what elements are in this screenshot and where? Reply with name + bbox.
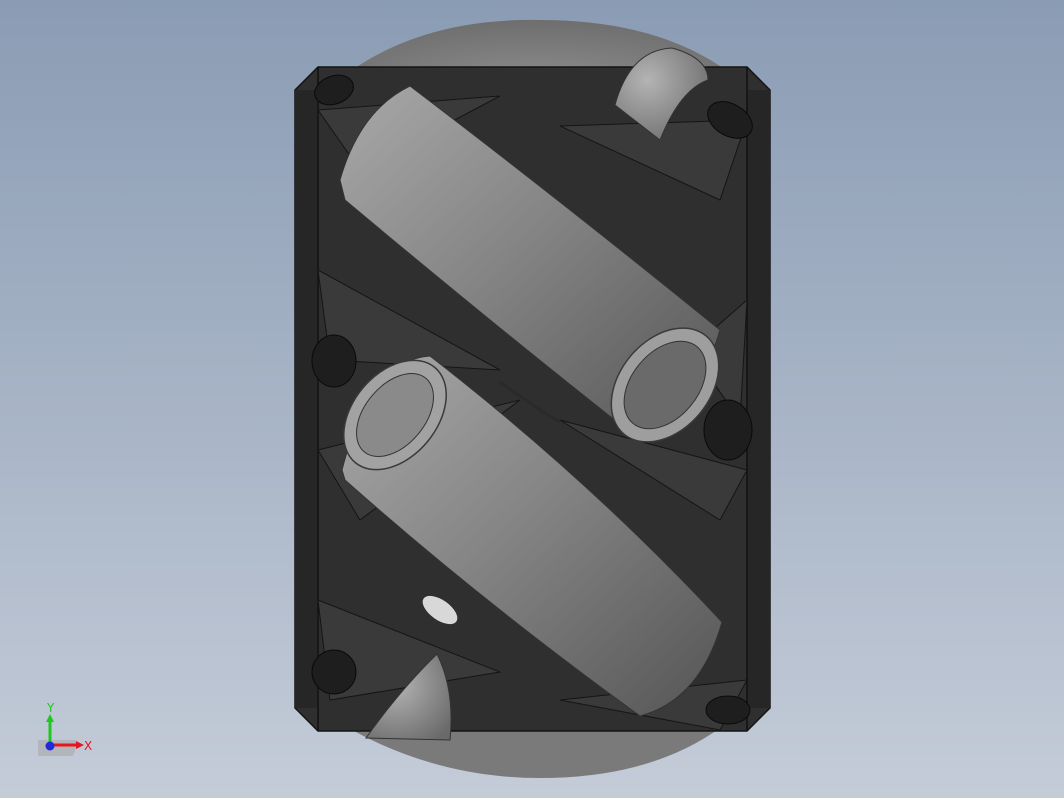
x-axis-arrowhead-icon	[76, 741, 84, 749]
triad-sphere-icon	[38, 720, 76, 756]
x-axis-label: X	[84, 739, 92, 753]
y-axis-label: Y	[46, 701, 55, 715]
y-axis-arrowhead-icon	[46, 714, 54, 722]
mecanum-wheel-model[interactable]	[294, 19, 771, 778]
hub-right-plate	[747, 90, 770, 708]
hub-left-plate	[295, 90, 317, 708]
coordinate-triad: Y X	[38, 701, 92, 756]
z-axis-dot-icon	[45, 741, 55, 751]
model-viewport[interactable]	[0, 0, 1064, 798]
